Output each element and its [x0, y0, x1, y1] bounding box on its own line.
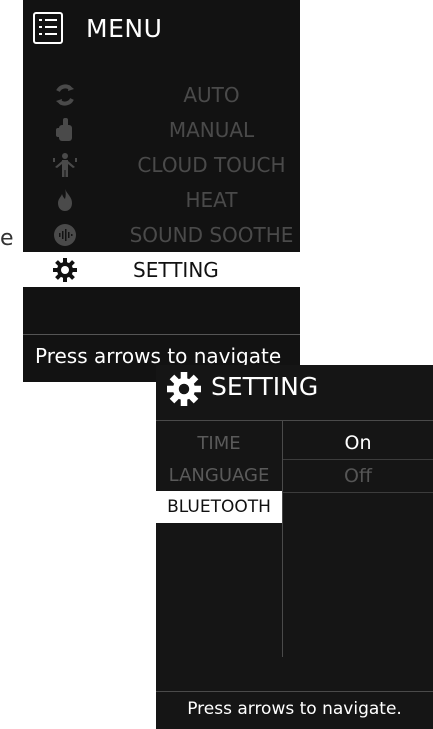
hand-icon — [52, 117, 78, 143]
menu-item-heat[interactable]: HEAT — [23, 182, 300, 217]
value-option-on[interactable]: On — [283, 427, 433, 460]
divider — [23, 334, 300, 335]
divider — [156, 420, 433, 421]
menu-item-label: AUTO — [183, 82, 240, 107]
menu-item-sound-soothe[interactable]: SOUND SOOTHE — [23, 217, 300, 252]
menu-panel: MENU AUTO MANUAL CLOUD TOUCH HEAT SOUND … — [23, 0, 300, 382]
gear-icon — [167, 372, 201, 406]
setting-header: SETTING — [156, 365, 433, 413]
divider — [156, 691, 433, 692]
flame-icon — [52, 187, 78, 213]
setting-title: SETTING — [211, 372, 319, 401]
menu-item-cloud-touch[interactable]: CLOUD TOUCH — [23, 147, 300, 182]
menu-title: MENU — [86, 14, 163, 43]
setting-panel: SETTING TIME LANGUAGE BLUETOOTH On Off P… — [156, 365, 433, 729]
menu-item-label: SETTING — [133, 257, 219, 282]
setting-values-list: On Off — [283, 427, 433, 493]
refresh-cycle-icon — [52, 82, 78, 108]
menu-item-label: MANUAL — [168, 117, 255, 142]
gear-icon — [52, 257, 78, 283]
menu-header: MENU — [23, 0, 300, 64]
setting-option-time[interactable]: TIME — [156, 427, 282, 459]
menu-item-manual[interactable]: MANUAL — [23, 112, 300, 147]
menu-item-auto[interactable]: AUTO — [23, 77, 300, 112]
menu-item-label: SOUND SOOTHE — [129, 222, 294, 247]
setting-footer-hint: Press arrows to navigate. — [187, 699, 402, 719]
menu-list: AUTO MANUAL CLOUD TOUCH HEAT SOUND SOOTH… — [23, 77, 300, 287]
setting-option-bluetooth[interactable]: BLUETOOTH — [156, 491, 282, 523]
setting-options-list: TIME LANGUAGE BLUETOOTH — [156, 427, 282, 523]
list-icon — [33, 12, 63, 44]
menu-item-setting[interactable]: SETTING — [23, 252, 300, 287]
cropped-text-fragment: e — [0, 226, 14, 251]
setting-option-language[interactable]: LANGUAGE — [156, 459, 282, 491]
sound-wave-icon — [52, 222, 78, 248]
menu-item-label: CLOUD TOUCH — [137, 152, 286, 177]
menu-item-label: HEAT — [185, 187, 238, 212]
value-option-off[interactable]: Off — [283, 460, 433, 493]
body-figure-icon — [52, 152, 78, 178]
